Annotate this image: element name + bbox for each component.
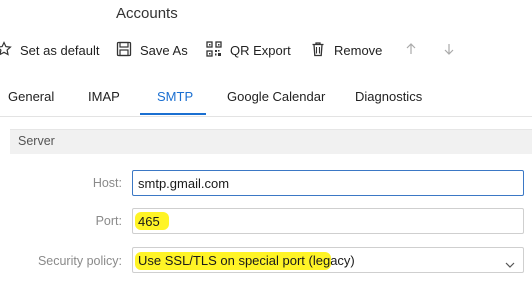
chevron-down-icon: [505, 256, 515, 274]
tab-smtp[interactable]: SMTP: [157, 80, 193, 114]
save-icon: [116, 41, 140, 60]
tab-google-calendar[interactable]: Google Calendar: [227, 80, 325, 114]
tab-diagnostics[interactable]: Diagnostics: [355, 80, 422, 114]
remove-button[interactable]: Remove: [310, 36, 382, 64]
host-input[interactable]: smtp.gmail.com: [132, 170, 524, 196]
security-policy-value: Use SSL/TLS on special port (legacy): [138, 253, 355, 268]
window-title: Accounts: [116, 5, 178, 22]
move-up-button[interactable]: [404, 36, 426, 64]
server-section-header: Server: [10, 129, 532, 154]
tab-general[interactable]: General: [8, 80, 54, 114]
save-as-button[interactable]: Save As: [116, 36, 188, 64]
remove-label: Remove: [334, 42, 383, 58]
move-down-button[interactable]: [442, 36, 464, 64]
security-policy-select[interactable]: Use SSL/TLS on special port (legacy): [132, 247, 524, 273]
security-policy-label: Security policy:: [37, 254, 122, 268]
tab-bar: General IMAP SMTP Google Calendar Diagno…: [0, 80, 532, 117]
tab-imap[interactable]: IMAP: [88, 80, 120, 114]
qr-export-button[interactable]: QR Export: [206, 36, 291, 64]
host-value: smtp.gmail.com: [138, 176, 230, 191]
port-value: 465: [138, 214, 160, 229]
set-as-default-button[interactable]: Set as default: [0, 36, 100, 64]
set-as-default-label: Set as default: [20, 42, 100, 58]
arrow-down-icon: [442, 42, 464, 59]
star-icon: [0, 40, 20, 60]
port-label: Port:: [95, 214, 122, 228]
save-as-label: Save As: [140, 42, 188, 58]
active-tab-indicator: [140, 113, 206, 115]
toolbar: Set as default Save As QR Export Remove: [0, 36, 532, 64]
arrow-up-icon: [404, 42, 426, 59]
trash-icon: [310, 41, 334, 60]
qr-export-label: QR Export: [230, 42, 291, 58]
qr-code-icon: [206, 40, 230, 60]
host-label: Host:: [92, 176, 122, 190]
port-input[interactable]: 465: [132, 208, 524, 234]
section-title: Server: [18, 134, 55, 148]
